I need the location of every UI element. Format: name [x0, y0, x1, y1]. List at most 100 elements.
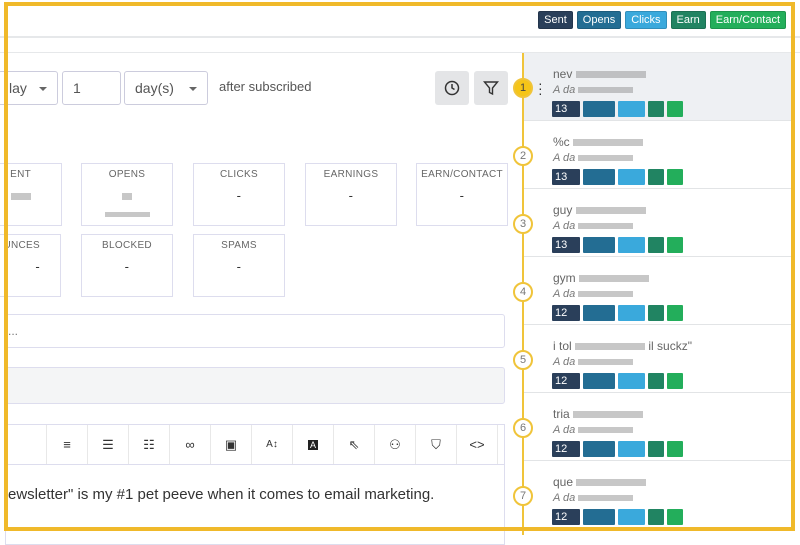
- timeline-item[interactable]: 2 %c A da 13: [513, 121, 793, 189]
- stat-earn-badge: [648, 373, 664, 389]
- stat-sent-badge: 12: [552, 373, 580, 389]
- stat-clicks-badge: [618, 305, 645, 321]
- shield-check-icon[interactable]: ⛉: [416, 425, 457, 464]
- email-stats: 12: [552, 441, 683, 457]
- top-bar: Sent Opens Clicks Earn Earn/Contact: [0, 0, 800, 38]
- email-preview: A da: [553, 84, 634, 96]
- stat-label: EARNINGS: [323, 169, 379, 180]
- editor-text: ewsletter" is my #1 pet peeve when it co…: [8, 486, 435, 503]
- stat-value: -: [236, 259, 242, 274]
- editor-toolbar: ≡ ☰ ☷ ∞ ▣ A↕ A ⇖ ⚇ ⛉ <>: [5, 424, 505, 465]
- image-icon[interactable]: ▣: [211, 425, 252, 464]
- stat-label: UNCES: [3, 240, 40, 251]
- stat-earnings: EARNINGS -: [305, 163, 397, 226]
- chevron-down-icon: [189, 87, 197, 95]
- filter-button[interactable]: [474, 71, 508, 105]
- after-subscribed-label: after subscribed: [219, 79, 312, 94]
- timeline-item[interactable]: 3 guy A da 13: [513, 189, 793, 257]
- email-preview: A da: [553, 492, 634, 504]
- stat-earn-contact-badge: [667, 373, 683, 389]
- stat-sent: ENT: [0, 163, 62, 226]
- delay-unit-select[interactable]: lay: [0, 71, 58, 105]
- step-number: 4: [513, 282, 533, 302]
- stat-clicks-badge: [618, 441, 645, 457]
- stat-earn-contact-badge: [667, 305, 683, 321]
- step-number: 7: [513, 486, 533, 506]
- delay-period-value: day(s): [135, 80, 174, 96]
- delay-amount-input[interactable]: 1: [62, 71, 121, 105]
- stat-earn-badge: [648, 169, 664, 185]
- ordered-list-icon[interactable]: ☰: [88, 425, 129, 464]
- stat-clicks-badge: [618, 169, 645, 185]
- subject-input[interactable]: ...: [5, 314, 505, 348]
- email-stats: 12: [552, 509, 683, 525]
- email-body-editor[interactable]: ewsletter" is my #1 pet peeve when it co…: [5, 465, 505, 545]
- stat-value: -: [459, 188, 465, 203]
- email-preview: A da: [553, 220, 634, 232]
- stat-opens-badge: [583, 373, 615, 389]
- legend-opens: Opens: [576, 11, 622, 29]
- unordered-list-icon[interactable]: ☷: [129, 425, 170, 464]
- stat-earn-contact-badge: [667, 441, 683, 457]
- timeline-item[interactable]: 4 gym A da 12: [513, 257, 793, 325]
- stat-sent-badge: 12: [552, 441, 580, 457]
- stat-opens-badge: [583, 169, 615, 185]
- stat-sent-badge: 12: [552, 509, 580, 525]
- text-color-icon[interactable]: A: [293, 425, 334, 464]
- email-stats: 12: [552, 373, 683, 389]
- stat-earn-contact-badge: [667, 237, 683, 253]
- timeline-item[interactable]: 5 i tol il suckz" A da 12: [513, 325, 793, 393]
- toolbar-spacer: [6, 425, 47, 464]
- more-options-icon[interactable]: · · ·: [538, 76, 543, 100]
- font-size-icon[interactable]: A↕: [252, 425, 293, 464]
- timeline-item[interactable]: 7 que A da 12: [513, 461, 793, 529]
- stat-sent-badge: 12: [552, 305, 580, 321]
- email-subject: nev: [553, 67, 646, 81]
- stat-bounces: UNCES -: [0, 234, 61, 297]
- stat-earn-badge: [648, 509, 664, 525]
- email-stats: 13: [552, 237, 683, 253]
- email-subject: i tol il suckz": [553, 339, 692, 353]
- filter-icon: [483, 81, 499, 96]
- clock-icon: [444, 80, 460, 96]
- preheader-input[interactable]: [5, 367, 505, 404]
- email-preview: A da: [553, 288, 634, 300]
- email-subject: guy: [553, 203, 646, 217]
- align-left-icon[interactable]: ≡: [47, 425, 88, 464]
- stat-value: -: [236, 188, 242, 203]
- stat-blocked: BLOCKED -: [81, 234, 173, 297]
- timeline-item[interactable]: 1 · · · nev A da 13: [513, 53, 793, 121]
- user-icon[interactable]: ⚇: [375, 425, 416, 464]
- step-number: 3: [513, 214, 533, 234]
- email-stats: 13: [552, 169, 683, 185]
- stat-value: -: [35, 259, 40, 274]
- stat-opens-badge: [583, 101, 615, 117]
- email-preview: A da: [553, 152, 634, 164]
- stat-label: ENT: [10, 169, 31, 180]
- code-icon[interactable]: <>: [457, 425, 498, 464]
- delay-period-select[interactable]: day(s): [124, 71, 208, 105]
- stat-earn-contact-badge: [667, 509, 683, 525]
- stat-opens-badge: [583, 441, 615, 457]
- stat-earn-contact: EARN/CONTACT -: [416, 163, 508, 226]
- email-subject: gym: [553, 271, 650, 285]
- cursor-icon[interactable]: ⇖: [334, 425, 375, 464]
- stat-label: SPAMS: [221, 240, 257, 251]
- timeline-item[interactable]: 6 tria A da 12: [513, 393, 793, 461]
- step-number: 2: [513, 146, 533, 166]
- legend-sent: Sent: [538, 11, 573, 29]
- stat-value: -: [124, 259, 130, 274]
- stat-sent-badge: 13: [552, 101, 580, 117]
- stat-earn-badge: [648, 305, 664, 321]
- schedule-button[interactable]: [435, 71, 469, 105]
- legend-earn: Earn: [670, 11, 706, 29]
- subject-placeholder: ...: [8, 324, 19, 338]
- stat-opens-badge: [583, 509, 615, 525]
- stat-earn-badge: [648, 237, 664, 253]
- stat-earn-badge: [648, 101, 664, 117]
- link-icon[interactable]: ∞: [170, 425, 211, 464]
- step-number: 6: [513, 418, 533, 438]
- stat-earn-contact-badge: [667, 169, 683, 185]
- step-number: 5: [513, 350, 533, 370]
- stat-opens: OPENS: [81, 163, 173, 226]
